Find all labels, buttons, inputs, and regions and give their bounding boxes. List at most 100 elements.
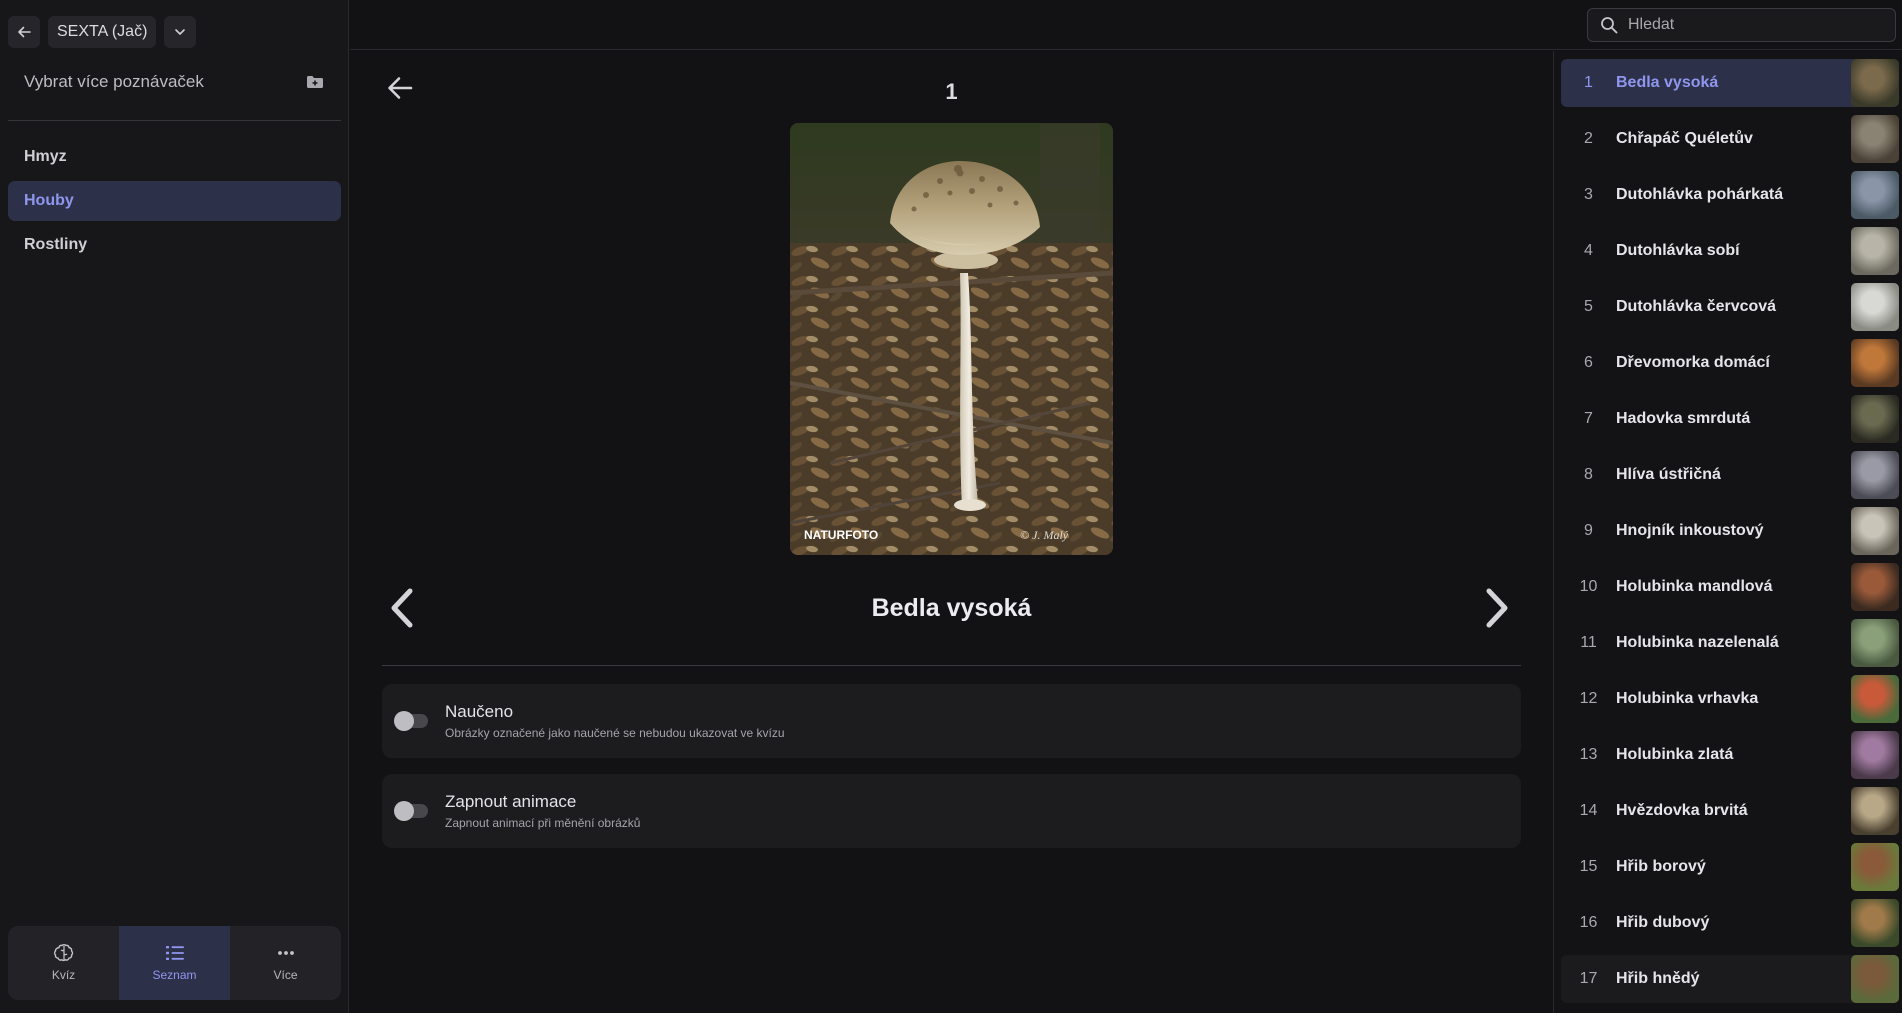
- list-item[interactable]: 7 Hadovka smrdutá: [1561, 395, 1899, 443]
- detail-panel: 1 NATURFOTO © J. Malý Bedla vysoká Nauče…: [350, 51, 1553, 1013]
- list-item[interactable]: 11 Holubinka nazelenalá: [1561, 619, 1899, 667]
- search-input[interactable]: [1628, 16, 1868, 34]
- sidebar-divider: [8, 120, 341, 121]
- list-item-number: 11: [1580, 634, 1597, 651]
- nav-tab-vice[interactable]: Více: [230, 926, 341, 1000]
- list-item[interactable]: 14 Hvězdovka brvitá: [1561, 787, 1899, 835]
- list-item[interactable]: 9 Hnojník inkoustový: [1561, 507, 1899, 555]
- list-item-number: 9: [1584, 522, 1593, 539]
- list-item[interactable]: 13 Holubinka zlatá: [1561, 731, 1899, 779]
- setting-title: Naučeno: [445, 702, 514, 721]
- sidebar-item-hmyz[interactable]: Hmyz: [8, 137, 341, 177]
- list-item[interactable]: 1 Bedla vysoká: [1561, 59, 1899, 107]
- photo-watermark: NATURFOTO: [804, 528, 878, 542]
- list-item-name: Dutohlávka pohárkatá: [1616, 186, 1784, 203]
- setting-learned: Naučeno Obrázky označené jako naučené se…: [382, 684, 1521, 758]
- search-box[interactable]: [1587, 8, 1896, 42]
- list-item[interactable]: 10 Holubinka mandlová: [1561, 563, 1899, 611]
- select-more-label: Vybrat více poznávaček: [24, 72, 204, 91]
- chevron-down-icon: [175, 29, 186, 35]
- learned-toggle[interactable]: [394, 711, 428, 731]
- list-item-thumbnail: [1851, 787, 1899, 835]
- list-item-number: 13: [1579, 746, 1598, 763]
- sidebar-item-houby[interactable]: Houby: [8, 181, 341, 221]
- list-item[interactable]: 8 Hlíva ústřičná: [1561, 451, 1899, 499]
- list-item-name: Dřevomorka domácí: [1616, 354, 1770, 371]
- list-item-number: 7: [1584, 410, 1593, 427]
- setting-text: Zapnout animace Zapnout animací při měně…: [445, 792, 640, 830]
- list-icon: [165, 946, 184, 960]
- list-item[interactable]: 12 Holubinka vrhavka: [1561, 675, 1899, 723]
- sidebar-item-label: Rostliny: [24, 236, 88, 253]
- list-item-number: 3: [1584, 186, 1593, 203]
- top-bar: [350, 0, 1902, 50]
- search-icon: [1601, 17, 1618, 34]
- list-item-number: 14: [1579, 802, 1598, 819]
- list-item[interactable]: 5 Dutohlávka červcová: [1561, 283, 1899, 331]
- list-item[interactable]: 4 Dutohlávka sobí: [1561, 227, 1899, 275]
- sidebar-item-label: Houby: [24, 192, 74, 209]
- list-item-thumbnail: [1851, 227, 1899, 275]
- setting-animations: Zapnout animace Zapnout animací při měně…: [382, 774, 1521, 848]
- list-item[interactable]: 6 Dřevomorka domácí: [1561, 339, 1899, 387]
- list-item-name: Dutohlávka sobí: [1616, 242, 1740, 259]
- mushroom-illustration: NATURFOTO © J. Malý: [790, 123, 1113, 555]
- list-item-thumbnail: [1851, 843, 1899, 891]
- list-item-name: Holubinka mandlová: [1616, 578, 1773, 595]
- collection-dropdown-button[interactable]: [164, 16, 197, 48]
- setting-title: Zapnout animace: [445, 792, 577, 811]
- nav-tab-kviz[interactable]: Kvíz: [8, 926, 119, 1000]
- list-item-thumbnail: [1851, 507, 1899, 555]
- setting-description: Obrázky označené jako naučené se nebudou…: [445, 726, 785, 740]
- list-item[interactable]: 17 Hřib hnědý: [1561, 955, 1899, 1003]
- list-item-name: Holubinka zlatá: [1616, 746, 1734, 763]
- nav-tab-label: Seznam: [152, 968, 197, 982]
- list-item-thumbnail: [1851, 731, 1899, 779]
- list-item-thumbnail: [1851, 619, 1899, 667]
- list-item[interactable]: 2 Chřapáč Quéletův: [1561, 115, 1899, 163]
- list-item-thumbnail: [1851, 171, 1899, 219]
- list-item-name: Chřapáč Quéletův: [1616, 130, 1753, 147]
- nav-tab-seznam[interactable]: Seznam: [119, 926, 230, 1000]
- list-item-number: 17: [1579, 970, 1598, 987]
- list-item-name: Holubinka vrhavka: [1616, 690, 1759, 707]
- list-item[interactable]: 16 Hřib dubový: [1561, 899, 1899, 947]
- select-more-row[interactable]: Vybrat více poznávaček: [24, 72, 324, 92]
- list-item-thumbnail: [1851, 59, 1899, 107]
- folder-add-icon[interactable]: [306, 74, 324, 90]
- list-item-name: Hlíva ústřičná: [1616, 466, 1721, 483]
- list-item-thumbnail: [1851, 675, 1899, 723]
- animations-toggle[interactable]: [394, 801, 428, 821]
- item-title: Bedla vysoká: [871, 594, 1032, 622]
- list-item-name: Holubinka nazelenalá: [1616, 634, 1779, 651]
- back-button[interactable]: [8, 16, 40, 48]
- list-item-number: 4: [1584, 242, 1593, 259]
- list-item[interactable]: 15 Hřib borový: [1561, 843, 1899, 891]
- sidebar-header: SEXTA (Jač): [8, 16, 197, 48]
- list-item-number: 1: [1584, 74, 1593, 91]
- detail-divider: [382, 665, 1521, 666]
- item-number: 1: [945, 79, 958, 104]
- collection-label: SEXTA (Jač): [57, 23, 148, 40]
- list-item-number: 12: [1579, 690, 1598, 707]
- mushroom-photo: NATURFOTO © J. Malý: [790, 123, 1113, 555]
- list-item-name: Bedla vysoká: [1616, 74, 1719, 91]
- next-item-button[interactable]: [1483, 587, 1511, 634]
- list-item-name: Hnojník inkoustový: [1616, 522, 1764, 539]
- list-item-thumbnail: [1851, 283, 1899, 331]
- list-item[interactable]: 3 Dutohlávka pohárkatá: [1561, 171, 1899, 219]
- sidebar-item-label: Hmyz: [24, 148, 67, 165]
- list-item-number: 5: [1584, 298, 1593, 315]
- sidebar-item-rostliny[interactable]: Rostliny: [8, 225, 341, 265]
- list-item-number: 2: [1584, 130, 1593, 147]
- list-item-name: Hřib borový: [1616, 858, 1706, 875]
- list-item-number: 16: [1579, 914, 1598, 931]
- list-item-thumbnail: [1851, 451, 1899, 499]
- list-item-name: Dutohlávka červcová: [1616, 298, 1777, 315]
- chevron-right-icon: [1486, 588, 1508, 628]
- collection-selector[interactable]: SEXTA (Jač): [48, 16, 157, 48]
- list-item-number: 15: [1579, 858, 1598, 875]
- list-item-thumbnail: [1851, 955, 1899, 1003]
- list-item-thumbnail: [1851, 899, 1899, 947]
- more-icon: [277, 951, 294, 955]
